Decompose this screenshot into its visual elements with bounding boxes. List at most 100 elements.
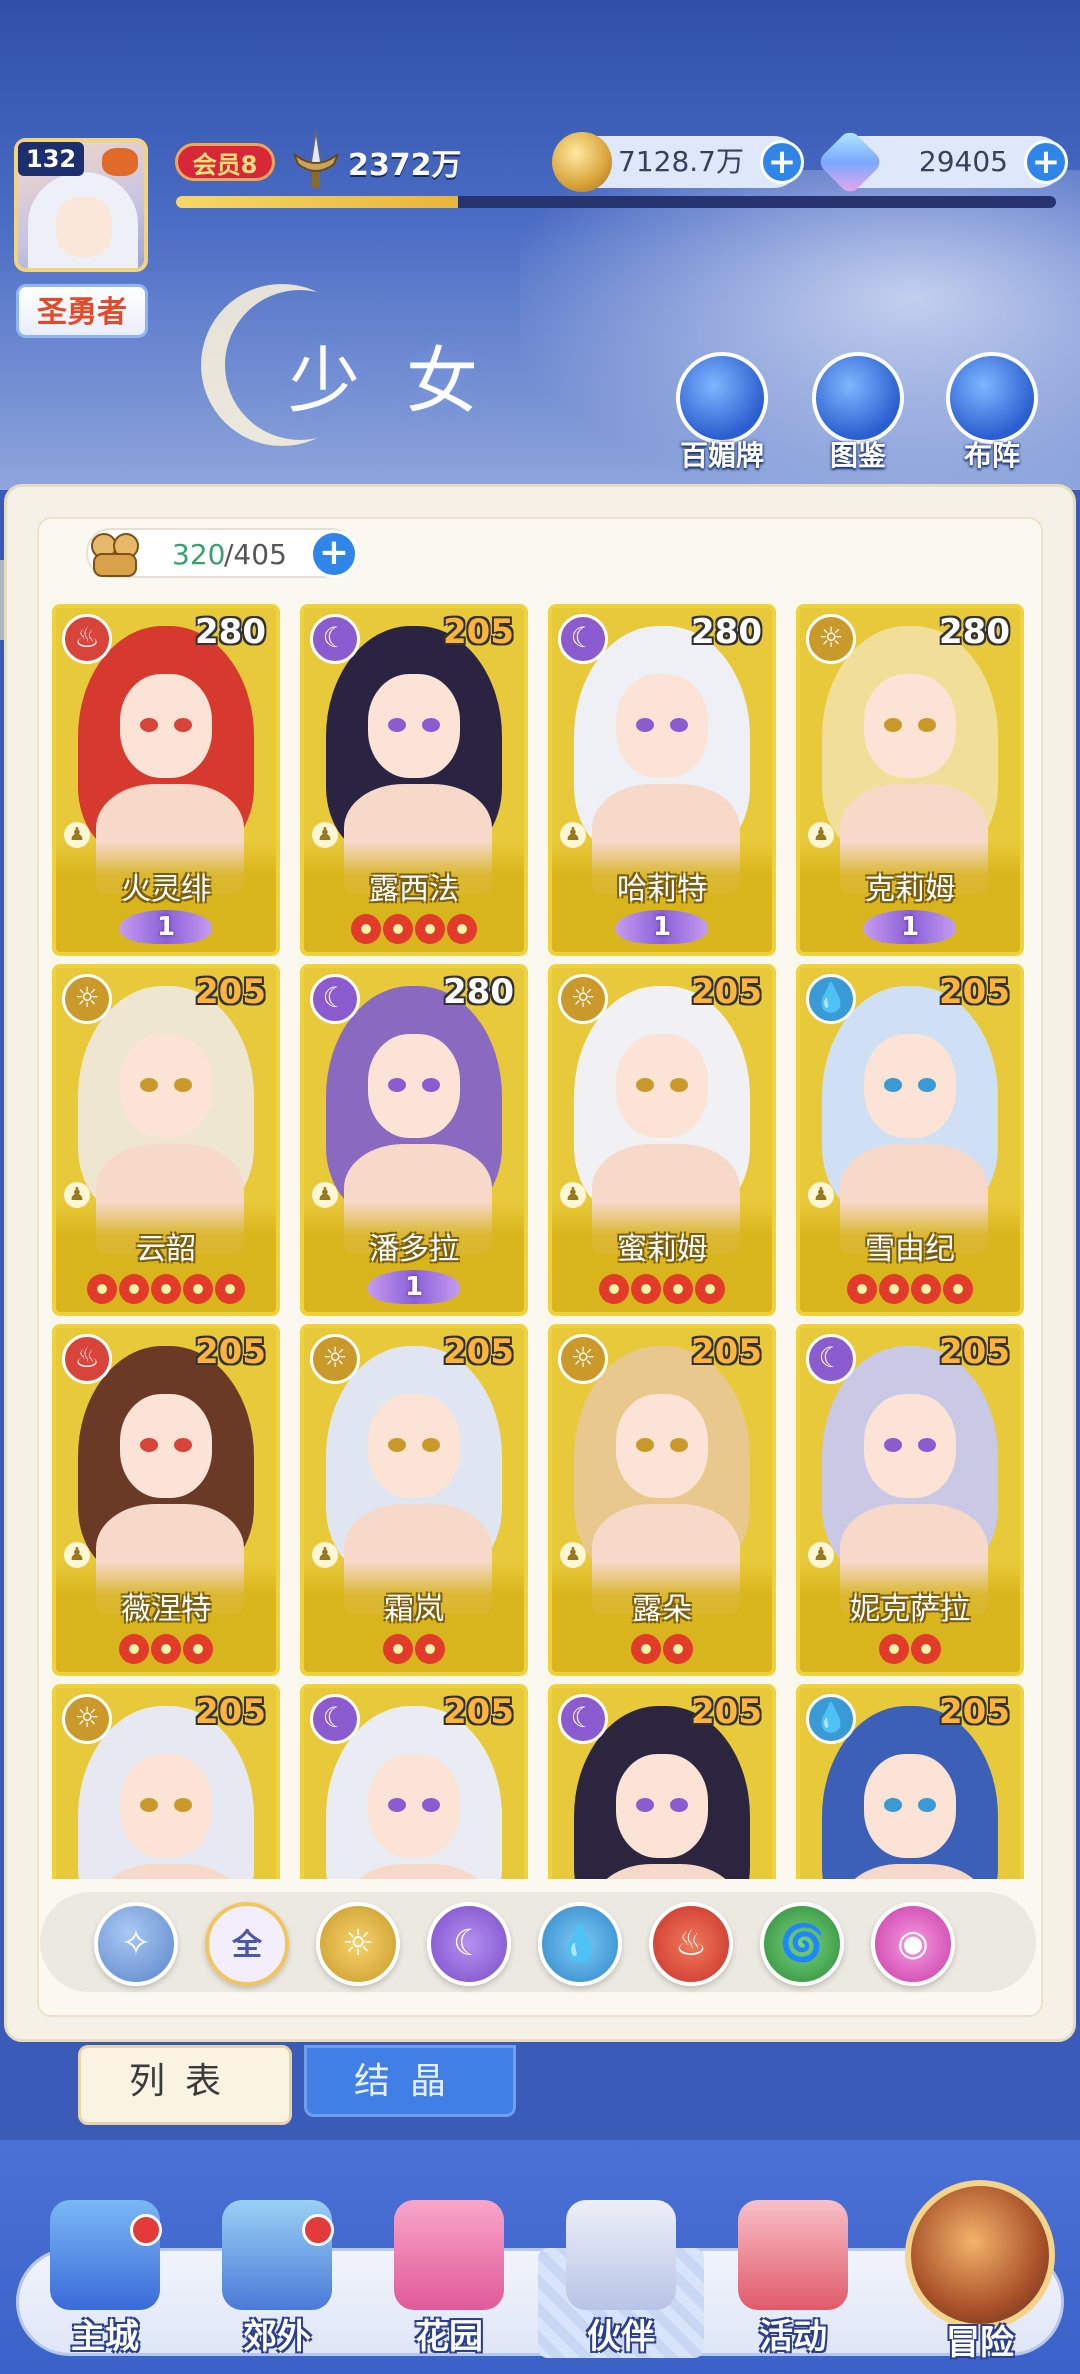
tab-list[interactable]: 列表 xyxy=(78,2045,292,2125)
vip-badge[interactable]: 会员8 xyxy=(175,143,275,181)
nav-heart-garden[interactable]: 花园 xyxy=(374,2200,524,2360)
gallery-label: 图鉴 xyxy=(829,439,886,472)
hero-name: 潘多拉 xyxy=(369,1232,459,1267)
star-icon: ★ xyxy=(215,1274,245,1304)
nav-label: 花园 xyxy=(415,2317,483,2357)
hero-level: 280 xyxy=(443,972,514,1012)
star-icon: ★ xyxy=(183,1274,213,1304)
hero-card[interactable]: 💧205♟雪由纪★★★★ xyxy=(796,964,1024,1316)
hero-card[interactable]: 💧 205 xyxy=(796,1684,1024,1879)
class-pawn-icon: ♟ xyxy=(560,822,586,848)
moon-element-icon: ☾ xyxy=(310,614,360,664)
class-pawn-icon: ♟ xyxy=(64,822,90,848)
star-icon: ★ xyxy=(695,1274,725,1304)
filter-sun-button[interactable]: ☼ xyxy=(316,1902,400,1986)
filter-moon-button[interactable]: ☾ xyxy=(427,1902,511,1986)
nav-label: 主城 xyxy=(71,2317,139,2357)
hero-stars: ★★★★ xyxy=(552,1274,772,1304)
moon-element-icon: ☾ xyxy=(806,1334,856,1384)
class-pawn-icon: ♟ xyxy=(560,1182,586,1208)
star-icon: ★ xyxy=(151,1274,181,1304)
filter-water-button[interactable]: 💧 xyxy=(538,1902,622,1986)
hero-card[interactable]: ☼ 205 xyxy=(52,1684,280,1879)
moon-element-icon: ☾ xyxy=(558,614,608,664)
expand-capacity-button[interactable]: + xyxy=(310,530,358,578)
awaken-wing-badge: 1 xyxy=(616,910,708,944)
filter-wind-button[interactable]: 🌀 xyxy=(760,1902,844,1986)
heart-garden-icon xyxy=(394,2200,504,2310)
hero-level: 205 xyxy=(195,972,266,1012)
gallery-button[interactable]: 图鉴 xyxy=(808,352,908,474)
add-gold-button[interactable]: + xyxy=(760,140,804,184)
hero-card[interactable]: ☾ 280 ♟ 潘多拉 1 xyxy=(300,964,528,1316)
player-level: 132 xyxy=(18,142,85,176)
gold-value: 7128.7万 xyxy=(618,145,744,178)
star-icon: ★ xyxy=(447,914,477,944)
star-icon: ★ xyxy=(943,1274,973,1304)
dark-element-icon: ◉ xyxy=(897,1923,929,1964)
gold-counter: 7128.7万 + xyxy=(552,132,804,192)
partner-icon xyxy=(566,2200,676,2310)
hero-card[interactable]: ♨ 280 ♟ 火灵绯 1 xyxy=(52,604,280,956)
hero-level: 280 xyxy=(939,612,1010,652)
star-icon: ★ xyxy=(879,1274,909,1304)
class-pawn-icon: ♟ xyxy=(808,1542,834,1568)
water-element-icon: 💧 xyxy=(806,1694,856,1744)
filter-dark-button[interactable]: ◉ xyxy=(871,1902,955,1986)
awaken-wing-badge: 1 xyxy=(864,910,956,944)
filter-fire-button[interactable]: ♨ xyxy=(649,1902,733,1986)
hero-card[interactable]: ☾ 205 xyxy=(300,1684,528,1879)
sun-element-icon: ☼ xyxy=(62,974,112,1024)
nav-castle[interactable]: 主城 xyxy=(30,2200,180,2360)
hero-card[interactable]: ☾ 205 xyxy=(548,1684,776,1879)
hero-stars: ★★ xyxy=(552,1634,772,1664)
hero-level: 205 xyxy=(691,972,762,1012)
hero-name: 霜岚 xyxy=(384,1592,444,1627)
nav-adventure[interactable]: 冒险 xyxy=(900,2180,1060,2370)
hero-level: 205 xyxy=(691,1692,762,1732)
team-capacity-icon xyxy=(91,533,139,577)
hero-card[interactable]: ☼205♟云韶★★★★★ xyxy=(52,964,280,1316)
nav-partner[interactable]: 伙伴 xyxy=(538,2200,704,2360)
nav-gift[interactable]: 活动 xyxy=(718,2200,868,2360)
header-background xyxy=(0,0,1080,490)
filter-all-label: 全 xyxy=(232,1928,262,1963)
hero-level: 205 xyxy=(195,1692,266,1732)
fire-element-icon: ♨ xyxy=(62,1334,112,1384)
roster-capacity: 320 /405 + xyxy=(86,528,358,578)
nav-label: 伙伴 xyxy=(587,2317,655,2357)
star-icon: ★ xyxy=(663,1274,693,1304)
hero-name: 薇涅特 xyxy=(121,1592,211,1627)
card-deck-button[interactable]: 百媚牌 xyxy=(672,352,772,474)
awaken-wing-badge: 1 xyxy=(120,910,212,944)
moon-element-icon: ☾ xyxy=(452,1923,486,1964)
avatar-face xyxy=(56,197,112,257)
formation-button[interactable]: 布阵 xyxy=(942,352,1042,474)
hero-name: 妮克萨拉 xyxy=(850,1592,970,1627)
hero-card[interactable]: ☾205♟露西法★★★★ xyxy=(300,604,528,956)
nav-portal[interactable]: 郊外 xyxy=(202,2200,352,2360)
hero-card[interactable]: ☾ 280 ♟ 哈莉特 1 xyxy=(548,604,776,956)
hero-card[interactable]: ☼ 205 ♟ 露朵 ★★ xyxy=(548,1324,776,1676)
filter-all-button[interactable]: 全 xyxy=(205,1902,289,1986)
compass-icon xyxy=(905,2180,1055,2330)
hero-card[interactable]: ♨205♟薇涅特★★★ xyxy=(52,1324,280,1676)
star-icon: ★ xyxy=(383,1634,413,1664)
water-element-icon: 💧 xyxy=(806,974,856,1024)
hero-card[interactable]: ☼205♟蜜莉姆★★★★ xyxy=(548,964,776,1316)
hero-level: 280 xyxy=(691,612,762,652)
player-title-badge[interactable]: 圣勇者 xyxy=(16,284,148,338)
hero-card[interactable]: ☼ 280 ♟ 克莉姆 1 xyxy=(796,604,1024,956)
hero-card[interactable]: ☾ 205 ♟ 妮克萨拉 ★★ xyxy=(796,1324,1024,1676)
sun-element-icon: ☼ xyxy=(558,974,608,1024)
filter-wind-up-button[interactable]: ✧ xyxy=(94,1902,178,1986)
tab-crystal[interactable]: 结晶 xyxy=(304,2045,516,2117)
book-icon xyxy=(812,352,904,444)
experience-fill xyxy=(176,196,458,208)
add-crystal-button[interactable]: + xyxy=(1024,140,1068,184)
hero-card[interactable]: ☼ 205 ♟ 霜岚 ★★ xyxy=(300,1324,528,1676)
sword-power-icon xyxy=(293,129,339,188)
star-icon: ★ xyxy=(183,1634,213,1664)
star-icon: ★ xyxy=(911,1634,941,1664)
notification-dot xyxy=(130,2214,162,2246)
